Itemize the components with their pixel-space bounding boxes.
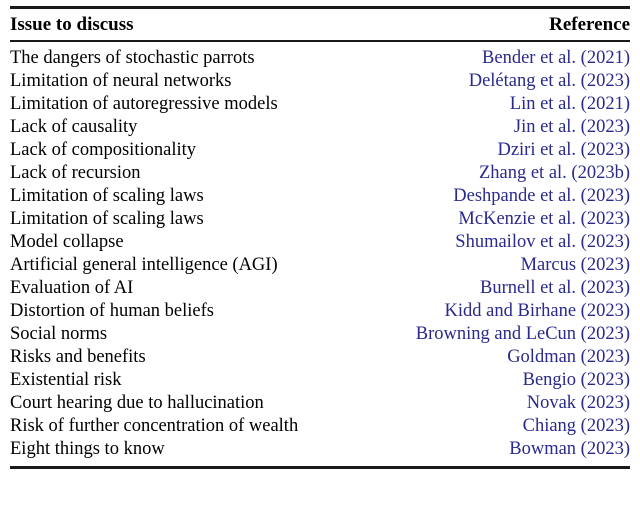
table-row: Model collapse Shumailov et al. (2023) (10, 231, 630, 254)
cell-reference: Zhang et al. (2023b) (370, 162, 630, 185)
reference-link[interactable]: Marcus (2023) (521, 255, 630, 275)
reference-link[interactable]: Kidd and Birhane (2023) (445, 301, 630, 321)
cell-reference: Chiang (2023) (370, 415, 630, 438)
issues-reference-table: Issue to discuss Reference The dangers o… (0, 6, 640, 469)
cell-issue: Model collapse (10, 232, 124, 252)
table-row: Social norms Browning and LeCun (2023) (10, 323, 630, 346)
table-bottom-rule (10, 466, 630, 469)
reference-link[interactable]: Zhang et al. (2023b) (479, 163, 630, 183)
table-row: Artificial general intelligence (AGI) Mar… (10, 254, 630, 277)
reference-link[interactable]: Burnell et al. (2023) (480, 278, 630, 298)
table-row: Distortion of human beliefs Kidd and Birh… (10, 300, 630, 323)
reference-link[interactable]: Deshpande et al. (2023) (453, 186, 630, 206)
cell-reference: Bengio (2023) (370, 369, 630, 392)
cell-issue: Artificial general intelligence (AGI) (10, 255, 278, 275)
table-row: Court hearing due to hallucination Novak … (10, 392, 630, 415)
cell-reference: Jin et al. (2023) (370, 116, 630, 139)
cell-issue: Eight things to know (10, 439, 165, 459)
cell-issue: Risks and benefits (10, 347, 146, 367)
reference-link[interactable]: Bender et al. (2021) (482, 48, 630, 68)
reference-link[interactable]: McKenzie et al. (2023) (458, 209, 630, 229)
cell-reference: Marcus (2023) (370, 254, 630, 277)
cell-issue: Limitation of autoregressive models (10, 94, 278, 114)
table-row: Risks and benefits Goldman (2023) (10, 346, 630, 369)
cell-issue: Lack of compositionality (10, 140, 196, 160)
reference-link[interactable]: Novak (2023) (527, 393, 630, 413)
cell-issue: Existential risk (10, 370, 122, 390)
table-row: Lack of causality Jin et al. (2023) (10, 116, 630, 139)
cell-issue: Risk of further concentration of wealth (10, 416, 299, 436)
table-header: Issue to discuss Reference (10, 9, 630, 40)
cell-issue: Court hearing due to hallucination (10, 393, 264, 413)
table-row: Evaluation of AI Burnell et al. (2023) (10, 277, 630, 300)
reference-link[interactable]: Goldman (2023) (507, 347, 630, 367)
cell-reference: Novak (2023) (370, 392, 630, 415)
cell-issue: Limitation of scaling laws (10, 209, 204, 229)
reference-link[interactable]: Lin et al. (2021) (510, 94, 630, 114)
cell-reference: Lin et al. (2021) (370, 93, 630, 116)
cell-issue: Limitation of scaling laws (10, 186, 204, 206)
table-row: Limitation of neural networks Delétang et… (10, 70, 630, 93)
table-row: Existential risk Bengio (2023) (10, 369, 630, 392)
table-row: Lack of compositionality Dziri et al. (20… (10, 139, 630, 162)
table-row: Lack of recursion Zhang et al. (2023b) (10, 162, 630, 185)
cell-issue: Limitation of neural networks (10, 71, 232, 91)
cell-issue: The dangers of stochastic parrots (10, 48, 255, 68)
cell-reference: Bowman (2023) (370, 438, 630, 461)
table-row: Risk of further concentration of wealth C… (10, 415, 630, 438)
column-header-reference: Reference (549, 14, 630, 35)
column-header-issue: Issue to discuss (10, 14, 134, 35)
cell-issue: Lack of causality (10, 117, 138, 137)
reference-link[interactable]: Bowman (2023) (509, 439, 630, 459)
cell-issue: Lack of recursion (10, 163, 141, 183)
table-row: Eight things to know Bowman (2023) (10, 438, 630, 461)
cell-reference: Bender et al. (2021) (370, 47, 630, 70)
reference-link[interactable]: Bengio (2023) (523, 370, 630, 390)
reference-link[interactable]: Jin et al. (2023) (514, 117, 630, 137)
table-row: The dangers of stochastic parrots Bender … (10, 47, 630, 70)
table-row: Limitation of scaling laws McKenzie et al… (10, 208, 630, 231)
cell-issue: Distortion of human beliefs (10, 301, 214, 321)
cell-reference: Deshpande et al. (2023) (370, 185, 630, 208)
reference-link[interactable]: Delétang et al. (2023) (469, 71, 630, 91)
cell-reference: Burnell et al. (2023) (370, 277, 630, 300)
cell-reference: Browning and LeCun (2023) (370, 323, 630, 346)
table-body-table: The dangers of stochastic parrots Bender … (10, 42, 630, 466)
cell-reference: McKenzie et al. (2023) (370, 208, 630, 231)
table-row: Limitation of autoregressive models Lin e… (10, 93, 630, 116)
cell-reference: Kidd and Birhane (2023) (370, 300, 630, 323)
cell-issue: Social norms (10, 324, 108, 344)
reference-link[interactable]: Shumailov et al. (2023) (455, 232, 630, 252)
cell-reference: Goldman (2023) (370, 346, 630, 369)
reference-link[interactable]: Browning and LeCun (2023) (416, 324, 630, 344)
table-header-row: Issue to discuss Reference (10, 9, 630, 40)
table: Issue to discuss Reference (10, 9, 630, 40)
cell-reference: Delétang et al. (2023) (370, 70, 630, 93)
reference-link[interactable]: Chiang (2023) (523, 416, 630, 436)
table-row: Limitation of scaling laws Deshpande et a… (10, 185, 630, 208)
cell-reference: Shumailov et al. (2023) (370, 231, 630, 254)
reference-link[interactable]: Dziri et al. (2023) (497, 140, 630, 160)
cell-reference: Dziri et al. (2023) (370, 139, 630, 162)
cell-issue: Evaluation of AI (10, 278, 134, 298)
table-body: The dangers of stochastic parrots Bender … (10, 42, 630, 466)
